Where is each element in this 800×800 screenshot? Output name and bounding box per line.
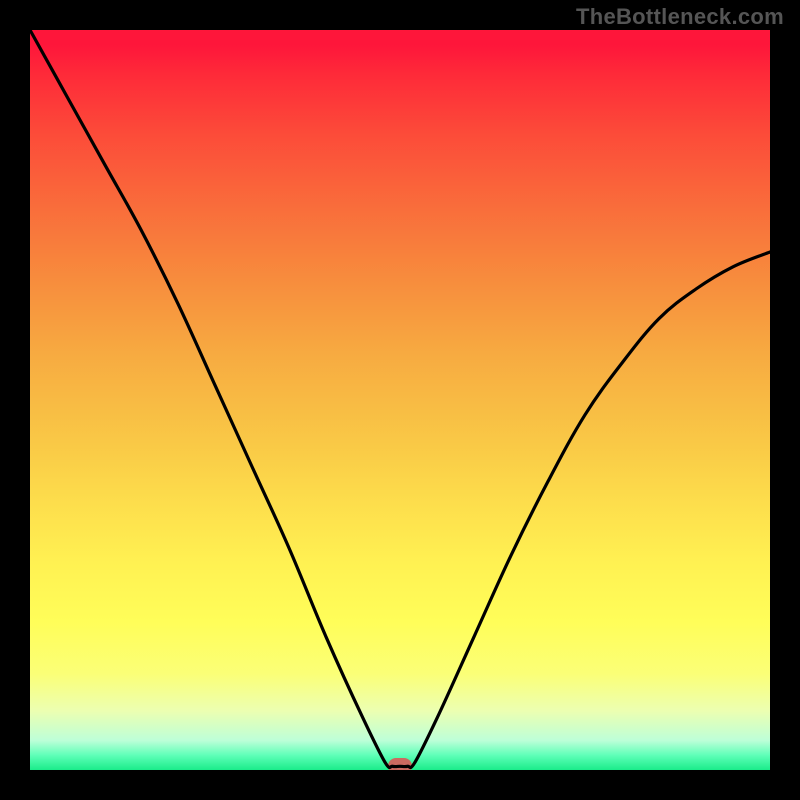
plot-area — [30, 30, 770, 770]
watermark-text: TheBottleneck.com — [576, 4, 784, 30]
bottleneck-curve — [30, 30, 770, 770]
chart-container: TheBottleneck.com — [0, 0, 800, 800]
